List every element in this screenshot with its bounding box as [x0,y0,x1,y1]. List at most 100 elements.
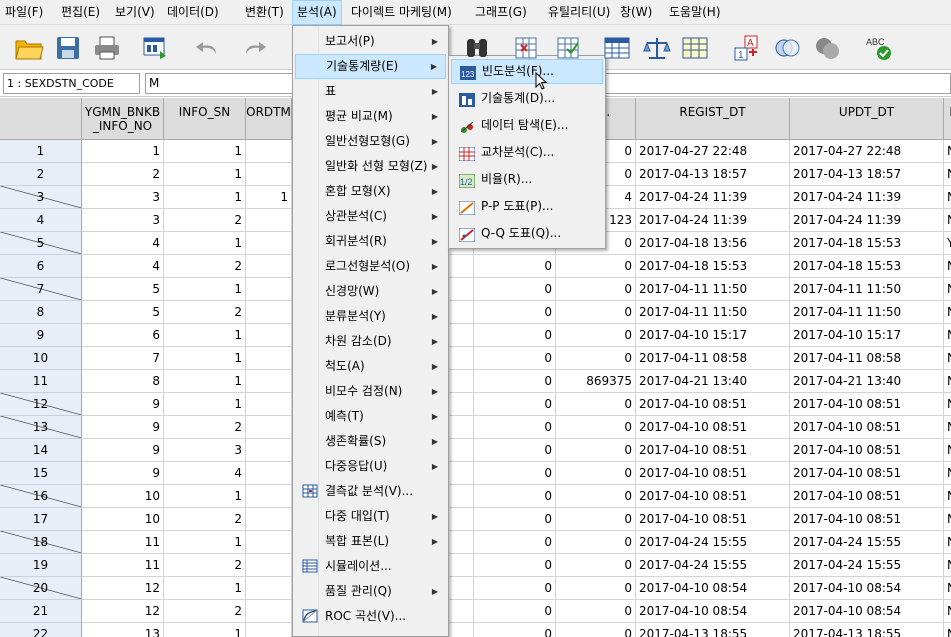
menu-view[interactable]: 보기(V) [110,0,160,25]
table-cell[interactable]: N [944,600,951,623]
menu-item-10[interactable]: 신경망(W) ▶ [295,279,446,304]
table-cell[interactable]: 2017-04-24 11:39 [636,209,790,232]
table-cell[interactable]: 6 [82,324,164,347]
menu-item-20[interactable]: 복합 표본(L) ▶ [295,529,446,554]
table-cell[interactable]: 0 [474,347,556,370]
menu-file[interactable]: 파일(F) [0,0,48,25]
table-cell[interactable]: 2017-04-10 15:17 [636,324,790,347]
row-header[interactable]: 7 [0,278,82,301]
table-cell[interactable]: N [944,623,951,637]
table-cell[interactable] [246,531,292,554]
row-header[interactable]: 20 [0,577,82,600]
row-header[interactable]: 11 [0,370,82,393]
table-cell[interactable]: N [944,508,951,531]
spell-check-icon[interactable]: ABC [862,31,896,65]
table-cell[interactable]: N [944,140,951,163]
table-cell[interactable]: 2017-04-10 08:51 [636,416,790,439]
table-cell[interactable] [246,347,292,370]
table-cell[interactable]: 8 [82,370,164,393]
table-cell[interactable]: 2017-04-18 15:53 [790,255,944,278]
table-cell[interactable]: 1 [164,577,246,600]
table-cell[interactable]: 2017-04-10 08:54 [790,600,944,623]
table-cell[interactable]: 9 [82,393,164,416]
value-labels-icon[interactable]: A1 [730,31,764,65]
table-cell[interactable] [449,370,474,393]
table-cell[interactable]: 2017-04-10 08:51 [636,439,790,462]
table-cell[interactable]: 2017-04-11 11:50 [790,278,944,301]
table-cell[interactable]: 1 [164,324,246,347]
table-cell[interactable]: 0 [556,554,636,577]
table-cell[interactable] [246,370,292,393]
table-cell[interactable] [246,508,292,531]
table-cell[interactable] [246,439,292,462]
table-cell[interactable]: 2017-04-10 15:17 [790,324,944,347]
table-cell[interactable]: 2017-04-10 08:54 [790,577,944,600]
table-cell[interactable]: 2017-04-18 13:56 [636,232,790,255]
table-cell[interactable]: 0 [474,508,556,531]
table-cell[interactable] [449,301,474,324]
table-cell[interactable] [246,278,292,301]
table-cell[interactable] [449,416,474,439]
row-header[interactable]: 13 [0,416,82,439]
table-cell[interactable]: 0 [556,531,636,554]
table-cell[interactable]: N [944,186,951,209]
table-cell[interactable]: 0 [474,278,556,301]
table-cell[interactable]: 1 [164,163,246,186]
table-cell[interactable]: 0 [556,577,636,600]
split-file-icon[interactable] [600,31,634,65]
table-cell[interactable]: 2017-04-13 18:55 [790,623,944,637]
table-cell[interactable] [246,577,292,600]
table-cell[interactable]: 0 [556,347,636,370]
row-header[interactable]: 16 [0,485,82,508]
col-updt-dt-header[interactable]: UPDT_DT [790,98,944,140]
row-header[interactable]: 9 [0,324,82,347]
table-cell[interactable]: 2017-04-27 22:48 [790,140,944,163]
menu-item-9[interactable]: 로그선형분석(O) ▶ [295,254,446,279]
table-cell[interactable]: 11 [82,554,164,577]
table-cell[interactable] [449,462,474,485]
row-header[interactable]: 19 [0,554,82,577]
table-cell[interactable]: 2017-04-11 08:58 [636,347,790,370]
table-cell[interactable]: 2017-04-10 08:51 [790,416,944,439]
table-cell[interactable]: 9 [82,462,164,485]
print-icon[interactable] [90,31,124,65]
table-cell[interactable] [246,163,292,186]
table-cell[interactable]: 2017-04-24 11:39 [790,186,944,209]
table-cell[interactable]: 2017-04-10 08:51 [636,462,790,485]
menu-graphs[interactable]: 그래프(G) [470,0,532,25]
table-cell[interactable]: 11 [82,531,164,554]
table-cell[interactable]: 2017-04-24 15:55 [636,531,790,554]
table-cell[interactable] [246,140,292,163]
menu-item-23[interactable]: ROC 곡선(V)... [295,604,446,629]
table-cell[interactable] [246,485,292,508]
menu-edit[interactable]: 편집(E) [56,0,105,25]
menu-item-5[interactable]: 일반화 선형 모형(Z) ▶ [295,154,446,179]
table-cell[interactable]: 1 [164,370,246,393]
table-cell[interactable]: 2017-04-21 13:40 [636,370,790,393]
menu-item-7[interactable]: 상관분석(C) ▶ [295,204,446,229]
weight-cases-icon[interactable] [640,31,674,65]
table-cell[interactable]: 0 [474,462,556,485]
table-cell[interactable] [449,439,474,462]
table-cell[interactable]: 12 [82,577,164,600]
dialog-recall-icon[interactable] [138,31,172,65]
table-cell[interactable]: 2017-04-10 08:54 [636,600,790,623]
table-cell[interactable]: N [944,577,951,600]
table-cell[interactable]: 3 [82,209,164,232]
table-cell[interactable]: 2017-04-10 08:51 [636,485,790,508]
table-cell[interactable]: 2017-04-18 15:53 [790,232,944,255]
table-cell[interactable] [449,531,474,554]
table-cell[interactable] [449,577,474,600]
menu-data[interactable]: 데이터(D) [162,0,224,25]
select-cases-icon[interactable] [678,31,712,65]
table-cell[interactable]: 5 [82,301,164,324]
table-cell[interactable] [449,278,474,301]
table-cell[interactable] [246,255,292,278]
table-cell[interactable]: N [944,347,951,370]
table-cell[interactable]: 2017-04-10 08:51 [790,485,944,508]
table-cell[interactable]: 0 [474,324,556,347]
table-cell[interactable]: 869375 [556,370,636,393]
table-cell[interactable]: 1 [246,186,292,209]
menu-item-15[interactable]: 예측(T) ▶ [295,404,446,429]
use-variable-sets-icon[interactable] [770,31,804,65]
